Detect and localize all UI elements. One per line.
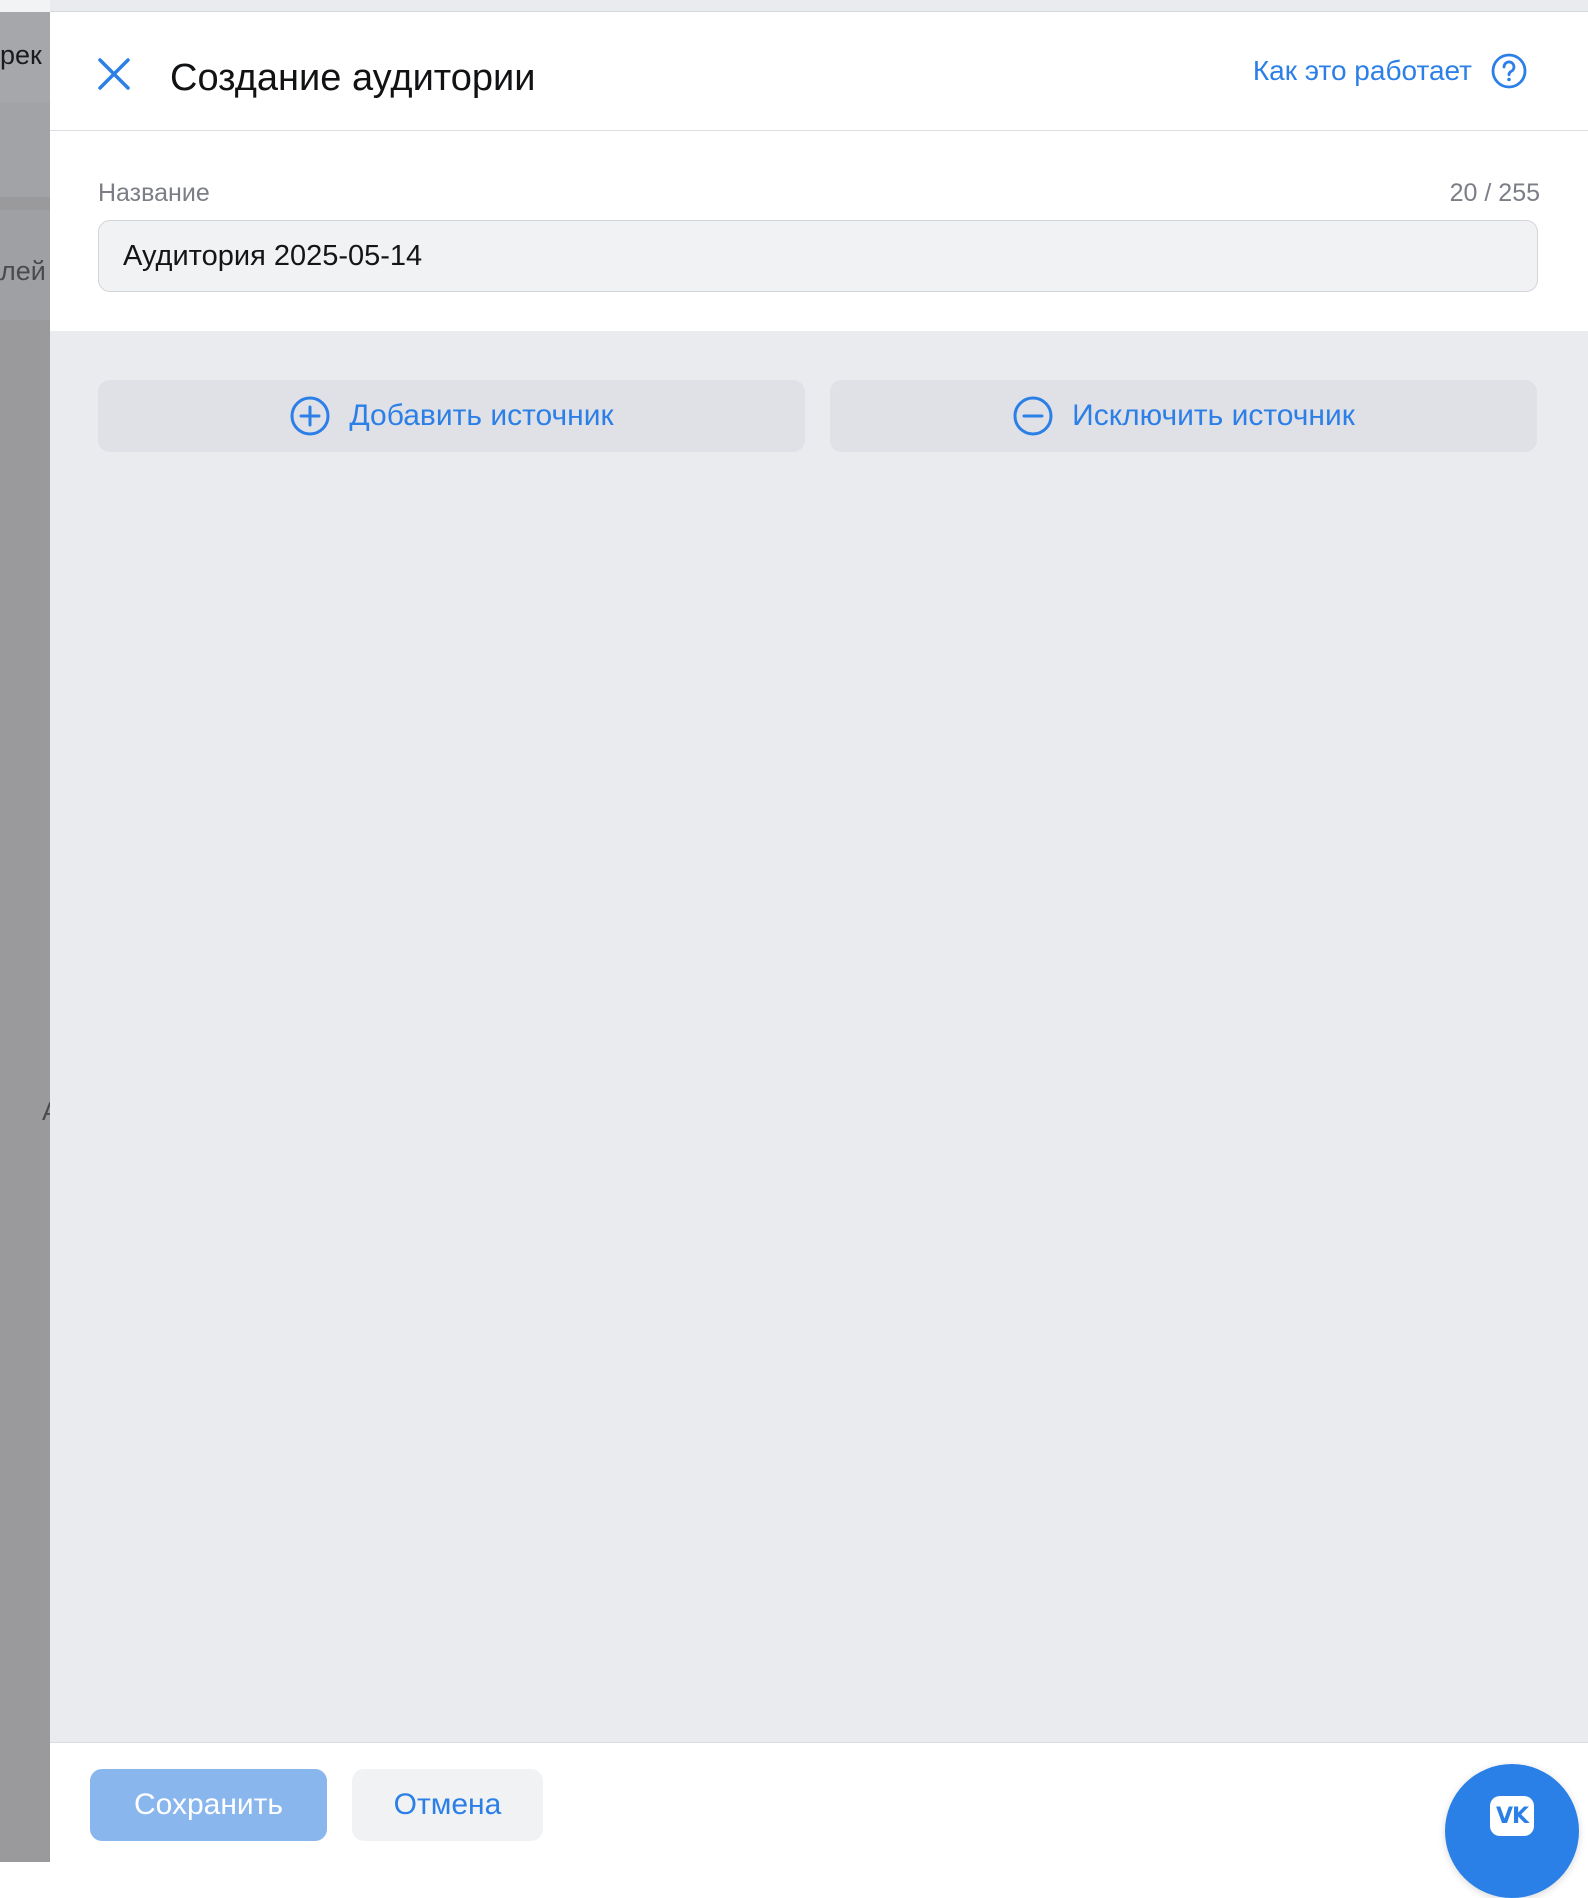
drawer-header: Создание аудитории Как это работает [50, 12, 1588, 131]
how-it-works-link[interactable]: Как это работает [1253, 52, 1528, 90]
how-it-works-label: Как это работает [1252, 55, 1472, 86]
audience-name-input[interactable]: Аудитория 2025-05-14 [98, 220, 1538, 292]
drawer-footer: Сохранить Отмена [50, 1742, 1588, 1863]
exclude-source-button[interactable]: Исключить источник [830, 380, 1537, 452]
create-audience-drawer: Создание аудитории Как это работает Назв… [50, 0, 1588, 1863]
minus-circle-icon [1013, 396, 1053, 436]
close-icon [98, 58, 130, 90]
background-text: лей [0, 256, 46, 286]
background-text: рек [0, 40, 42, 70]
vk-chat-button[interactable]: VK [1445, 1764, 1579, 1898]
add-source-button[interactable]: Добавить источник [98, 380, 805, 452]
background-text: А [42, 1096, 50, 1127]
background-top-strip [0, 0, 50, 12]
save-button[interactable]: Сохранить [90, 1769, 327, 1841]
background-row [0, 102, 50, 197]
question-circle-icon [1491, 53, 1527, 89]
add-source-label: Добавить источник [349, 399, 614, 432]
audience-name-value: Аудитория 2025-05-14 [123, 239, 423, 272]
cancel-button[interactable]: Отмена [352, 1769, 543, 1841]
drawer-title: Создание аудитории [170, 57, 536, 99]
character-counter: 20 / 255 [1449, 179, 1540, 207]
close-button[interactable] [90, 50, 138, 98]
plus-circle-icon [290, 396, 330, 436]
exclude-source-label: Исключить источник [1072, 399, 1355, 432]
background-page: рек лей А [0, 0, 50, 1862]
name-field-label: Название [98, 179, 210, 207]
name-section: Название 20 / 255 Аудитория 2025-05-14 [50, 131, 1588, 331]
vk-logo-icon: VK [1490, 1796, 1534, 1836]
